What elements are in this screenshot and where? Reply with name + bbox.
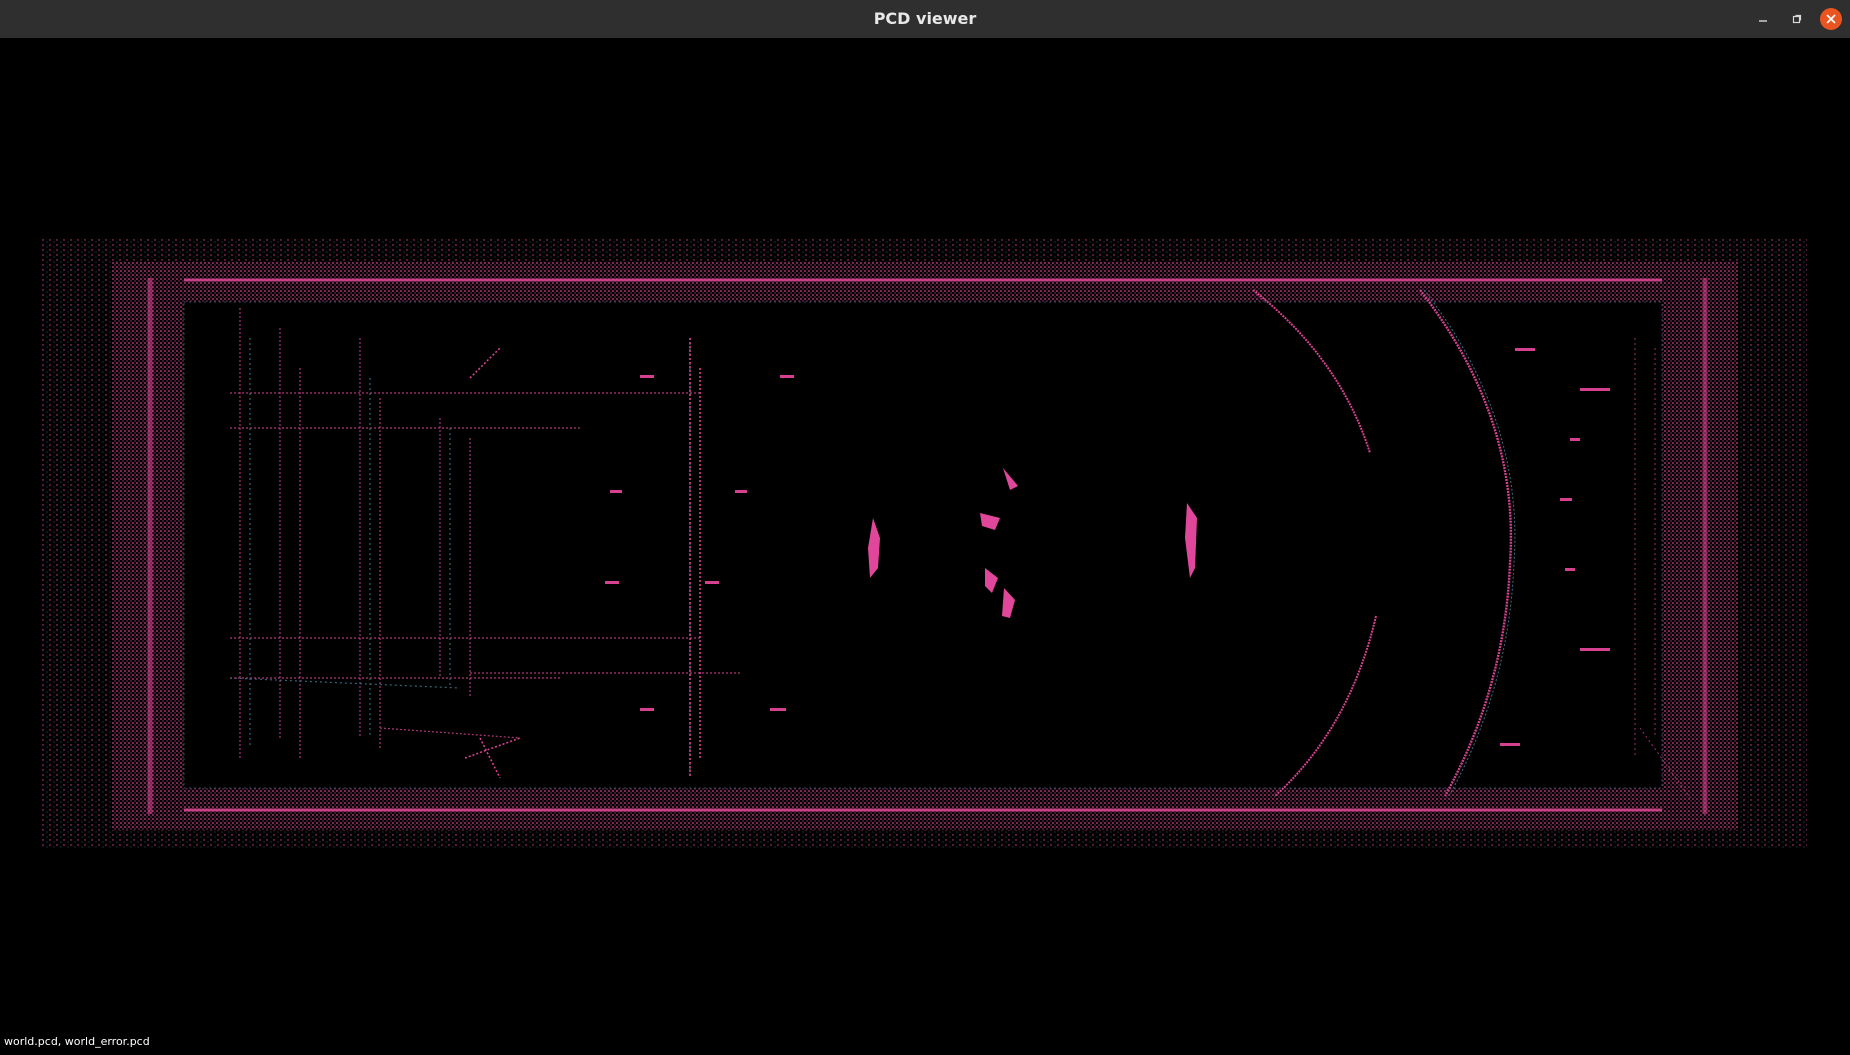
small-objects: [605, 348, 1610, 746]
fringe-left: [42, 238, 112, 848]
restore-icon: [1792, 14, 1802, 24]
center-cluster: [868, 468, 1197, 618]
arc-structures: [1252, 289, 1516, 797]
close-icon: [1820, 8, 1842, 30]
left-structures: [230, 308, 740, 758]
title-bar[interactable]: PCD viewer: [0, 0, 1850, 39]
loaded-files-label: world.pcd, world_error.pcd: [4, 1035, 150, 1048]
window-title: PCD viewer: [873, 9, 977, 28]
wall-top: [112, 262, 1738, 302]
minimize-icon: [1759, 20, 1767, 22]
pcd-viewer-window: PCD viewer world.pcd, world_error.pcd: [0, 0, 1850, 1055]
minimize-button[interactable]: [1751, 7, 1775, 31]
point-cloud-viewport[interactable]: [0, 38, 1850, 1055]
maximize-button[interactable]: [1785, 7, 1809, 31]
point-cloud-render: [42, 238, 1807, 848]
wall-right: [1662, 262, 1738, 830]
close-button[interactable]: [1819, 7, 1843, 31]
fringe-right: [1738, 238, 1807, 848]
